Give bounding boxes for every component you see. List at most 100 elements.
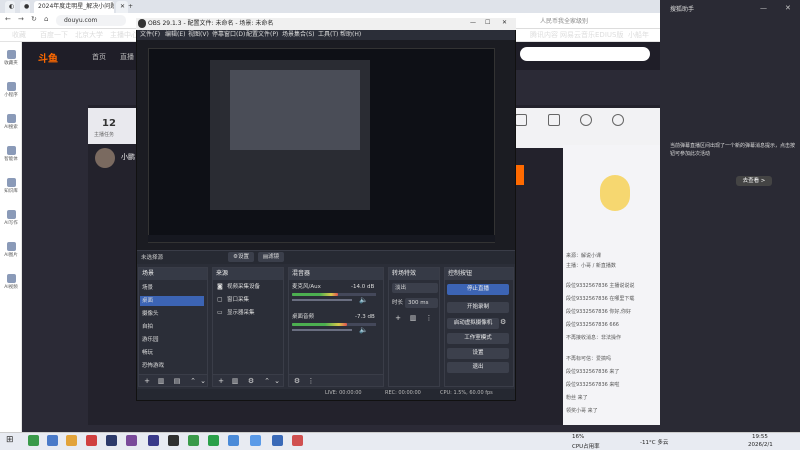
filters-button[interactable]: ▤滤镜	[258, 252, 284, 262]
menu-view[interactable]: 视图(V)	[188, 30, 209, 40]
add-icon[interactable]: +	[143, 377, 151, 385]
sidebar-item-ai-writing[interactable]: AI写作	[0, 210, 22, 226]
menu-docks[interactable]: 停靠窗口(D)	[212, 30, 245, 40]
add-icon[interactable]: +	[217, 377, 225, 385]
clock-icon[interactable]	[580, 114, 592, 126]
gear-icon[interactable]: ⚙	[293, 377, 301, 385]
duration-input[interactable]: 300 ms	[405, 298, 438, 308]
scene-item[interactable]: 摄像头	[140, 309, 204, 319]
down-icon[interactable]: ⌄	[199, 377, 207, 385]
gear-icon[interactable]: ⚙	[247, 377, 255, 385]
wechat-icon[interactable]	[188, 435, 199, 446]
reload-icon[interactable]: ↻	[31, 15, 37, 23]
stop-streaming-button[interactable]: 停止直播	[447, 284, 509, 295]
window-close-icon[interactable]: ✕	[502, 19, 507, 26]
bookmark-item[interactable]: EDIUS版	[595, 31, 623, 40]
sidebar-item-ai-search[interactable]: AI搜索	[0, 114, 22, 130]
sidebar-item-ai-video[interactable]: AI视频	[0, 274, 22, 290]
sidebar-item-miniprogram[interactable]: 小程序	[0, 82, 22, 98]
bookmark-item[interactable]: 腾讯内容	[530, 31, 558, 40]
bookmark-item[interactable]: 收藏	[12, 31, 26, 40]
sidebar-item-ai-image[interactable]: AI图片	[0, 242, 22, 258]
menu-file[interactable]: 文件(F)	[140, 30, 160, 40]
start-recording-button[interactable]: 开始录制	[447, 302, 509, 313]
folder-icon[interactable]	[66, 435, 77, 446]
speaker-icon[interactable]: 🔈	[359, 296, 368, 304]
down-icon[interactable]: ⌄	[273, 377, 281, 385]
home-icon[interactable]: ⌂	[44, 15, 48, 23]
app-icon[interactable]	[86, 435, 97, 446]
scene-item-selected[interactable]: 桌面	[140, 296, 204, 306]
minimize-icon[interactable]: —	[760, 4, 767, 12]
premiere-icon[interactable]	[148, 435, 159, 446]
more-icon[interactable]: ⋮	[425, 314, 433, 322]
virtual-camera-button[interactable]: 启动虚拟摄像机	[447, 318, 499, 329]
source-item[interactable]: 窗口采集	[227, 295, 277, 305]
app-icon[interactable]	[272, 435, 283, 446]
trash-icon[interactable]: ▥	[231, 377, 239, 385]
bookmark-item[interactable]: 网易云音乐	[560, 31, 595, 40]
window-maximize-icon[interactable]: ☐	[485, 19, 490, 26]
more-icon[interactable]: ⋮	[307, 377, 315, 385]
app-icon[interactable]	[208, 435, 219, 446]
window-minimize-icon[interactable]: —	[470, 19, 476, 26]
menu-scene-collection[interactable]: 场景集合(S)	[282, 30, 315, 40]
sidebar-item-favorites[interactable]: 收藏夹	[0, 50, 22, 66]
scene-item[interactable]: 游乐园	[140, 335, 204, 345]
app-icon[interactable]	[292, 435, 303, 446]
app-icon[interactable]	[126, 435, 137, 446]
menu-tools[interactable]: 工具(T)	[318, 30, 338, 40]
up-icon[interactable]: ⌃	[263, 377, 271, 385]
obs-icon[interactable]	[168, 435, 179, 446]
properties-button[interactable]: ⚙设置	[228, 252, 254, 262]
exit-button[interactable]: 退出	[447, 362, 509, 373]
gift-icon[interactable]	[515, 114, 527, 126]
studio-mode-button[interactable]: 工作室模式	[447, 333, 509, 344]
app-icon[interactable]	[47, 435, 58, 446]
douyu-logo[interactable]: 斗鱼	[38, 50, 58, 65]
virtual-camera-settings-icon[interactable]: ⚙	[500, 318, 506, 326]
avatar[interactable]	[95, 148, 115, 168]
speaker-icon[interactable]: 🔈	[359, 326, 368, 334]
bookmark-item[interactable]: 北京大学	[75, 31, 103, 40]
scene-item[interactable]: 场景	[140, 283, 204, 293]
app-icon[interactable]	[106, 435, 117, 446]
source-item[interactable]: 显示器采集	[227, 308, 255, 318]
menu-profile[interactable]: 配置文件(P)	[246, 30, 278, 40]
new-tab-button[interactable]: +	[124, 1, 136, 13]
forward-icon[interactable]: →	[18, 15, 24, 23]
chat-icon[interactable]	[548, 114, 560, 126]
url-field[interactable]: douyu.com	[56, 15, 126, 26]
app-icon[interactable]	[228, 435, 239, 446]
sidebar-item-agent[interactable]: 智能体	[0, 146, 22, 162]
bookmark-item[interactable]: 主播中心	[110, 31, 138, 40]
up-icon[interactable]: ⌃	[189, 377, 197, 385]
nav-live[interactable]: 直播	[120, 52, 134, 62]
browser-tab-1[interactable]: 2024年度走明星_解决小问题	[34, 1, 114, 13]
trash-icon[interactable]: ▥	[409, 314, 417, 322]
menu-help[interactable]: 帮助(H)	[340, 30, 361, 40]
volume-slider[interactable]	[292, 329, 352, 331]
browser-icon[interactable]	[250, 435, 261, 446]
scene-item[interactable]: 恐怖游戏	[140, 361, 204, 371]
scene-item[interactable]: 畅玩	[140, 348, 204, 358]
close-icon[interactable]: ✕	[785, 4, 791, 12]
bookmark-item[interactable]: 百度一下	[40, 31, 68, 40]
start-icon[interactable]: ⊞	[6, 435, 14, 445]
add-icon[interactable]: +	[394, 314, 402, 322]
volume-slider[interactable]	[292, 299, 352, 301]
menu-edit[interactable]: 编辑(E)	[165, 30, 185, 40]
face-icon[interactable]	[612, 114, 624, 126]
settings-button[interactable]: 设置	[447, 348, 509, 359]
nav-home[interactable]: 首页	[92, 52, 106, 62]
trash-icon[interactable]: ▥	[157, 377, 165, 385]
browser-search-field[interactable]: 人民币我全家级别	[540, 16, 640, 25]
browser-logo-icon[interactable]: ●	[20, 1, 30, 13]
scene-item[interactable]: 自拍	[140, 322, 204, 332]
bookmark-item[interactable]: 小船年	[628, 31, 649, 40]
douyu-search-input[interactable]	[520, 47, 650, 61]
assistant-cta-button[interactable]: 去查看 >	[736, 176, 772, 186]
wechat-icon[interactable]	[28, 435, 39, 446]
source-item[interactable]: 视频采集设备	[227, 282, 277, 292]
browser-menu-icon[interactable]: ◐	[5, 1, 15, 13]
